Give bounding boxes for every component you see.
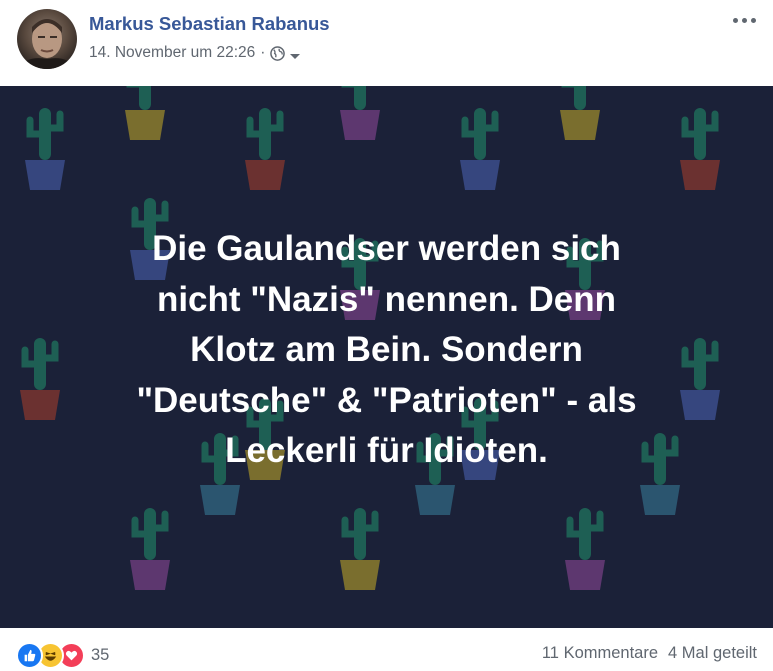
post-text-line: Die Gaulandser werden sich xyxy=(152,229,621,268)
globe-icon[interactable] xyxy=(270,45,286,61)
chevron-down-icon[interactable] xyxy=(290,48,301,59)
more-options-icon[interactable] xyxy=(733,13,759,27)
post-text: Die Gaulandser werden sich nicht "Nazis"… xyxy=(40,224,733,477)
post-text-line: Klotz am Bein. Sondern xyxy=(190,330,583,369)
post-stats: 11 Kommentare 4 Mal geteilt xyxy=(542,644,757,663)
shares-count-link[interactable]: 4 Mal geteilt xyxy=(668,644,757,663)
post-text-line: "Deutsche" & "Patrioten" - als xyxy=(136,380,637,420)
post-header: Markus Sebastian Rabanus 14. November um… xyxy=(0,0,773,86)
post-image[interactable]: Die Gaulandser werden sich nicht "Nazis"… xyxy=(0,86,773,628)
post-text-line: nicht "Nazis" nennen. Denn xyxy=(156,279,617,319)
post-footer: 35 11 Kommentare 4 Mal geteilt xyxy=(0,628,773,671)
post-timestamp[interactable]: 14. November um 22:26 xyxy=(89,44,255,62)
post-meta: 14. November um 22:26 · xyxy=(89,44,301,62)
reaction-count[interactable]: 35 xyxy=(91,646,109,665)
comments-count-link[interactable]: 11 Kommentare xyxy=(542,644,658,663)
post-text-line: Leckerli für Idioten. xyxy=(225,431,548,470)
like-icon xyxy=(16,642,43,669)
avatar[interactable] xyxy=(17,9,77,69)
author-name[interactable]: Markus Sebastian Rabanus xyxy=(89,13,330,35)
meta-separator: · xyxy=(260,44,266,61)
reactions-summary[interactable]: 35 xyxy=(16,642,109,669)
